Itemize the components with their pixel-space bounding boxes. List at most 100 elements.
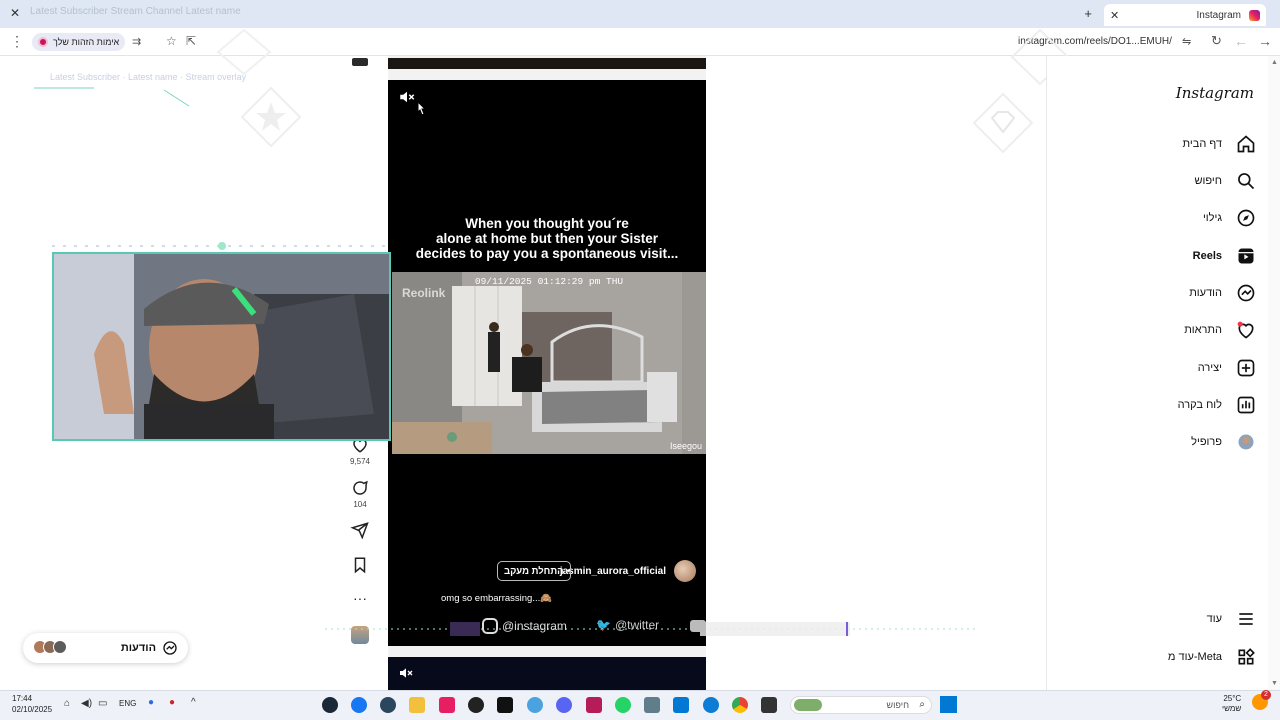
- previous-reel-avatar[interactable]: [352, 58, 368, 66]
- overlay-gem-diamond-icon: [972, 92, 1034, 154]
- install-app-icon[interactable]: ⇱: [186, 34, 196, 48]
- nav-item-dashboard[interactable]: לוח בקרה: [1106, 393, 1256, 417]
- steam-alt-icon[interactable]: [380, 697, 396, 713]
- adobe-icon[interactable]: [586, 697, 602, 713]
- terminal-icon[interactable]: [761, 697, 777, 713]
- weather-badge: 2: [1261, 690, 1271, 700]
- edge-icon[interactable]: [703, 697, 719, 713]
- weather-widget[interactable]: 25°C שמשי: [1222, 694, 1241, 714]
- cctv-camera-name: Iseegou: [669, 441, 702, 451]
- search-placeholder: חיפוש: [886, 700, 909, 710]
- like-count: 9,574: [349, 457, 371, 466]
- muted-speaker-icon[interactable]: [398, 88, 416, 106]
- store-icon[interactable]: [673, 697, 689, 713]
- social-twitter-handle: 🐦 @twitter: [596, 618, 659, 632]
- follow-button[interactable]: התחלת מעקב: [497, 561, 571, 581]
- messages-floating-button[interactable]: הודעות: [23, 633, 188, 663]
- taskbar-search-box[interactable]: חיפוש ⌕: [790, 696, 932, 714]
- messenger-icon: [163, 641, 177, 655]
- share-send-icon[interactable]: [350, 521, 370, 539]
- cctv-brand-watermark: Reolink: [402, 286, 446, 300]
- more-options-icon[interactable]: ···: [350, 590, 370, 606]
- next-reel-preview[interactable]: [388, 657, 706, 690]
- author-username[interactable]: jasmin_aurora_official: [560, 566, 666, 577]
- system-clock[interactable]: 17:44 02/10/2025: [12, 693, 52, 715]
- browser-title-bar: ✕ Latest Subscriber Stream Channel Lates…: [0, 0, 1280, 28]
- chrome-icon[interactable]: [732, 697, 748, 713]
- instagram-logo[interactable]: Instagram: [1176, 84, 1254, 102]
- author-avatar[interactable]: [674, 560, 696, 582]
- nav-item-create[interactable]: יצירה: [1106, 356, 1256, 380]
- streamer-webcam-scene: [54, 254, 389, 439]
- previous-reel-edge[interactable]: [388, 58, 706, 69]
- nav-item-profile[interactable]: פרופיל: [1106, 430, 1256, 454]
- forward-icon[interactable]: ←: [1234, 33, 1248, 49]
- dashboard-icon: [1237, 396, 1255, 414]
- nav-item-meta[interactable]: עוד מ-Meta: [1106, 645, 1256, 669]
- calculator-icon[interactable]: [644, 697, 660, 713]
- tiktok-icon[interactable]: [497, 697, 513, 713]
- streamer-webcam: [52, 252, 391, 441]
- save-bookmark-icon[interactable]: [350, 556, 370, 574]
- nav-item-home[interactable]: דף הבית: [1106, 132, 1256, 156]
- scroll-up-icon[interactable]: ▲: [1271, 59, 1278, 66]
- video-editor-icon[interactable]: [439, 697, 455, 713]
- messages-label: הודעות: [120, 642, 156, 654]
- nav-label: לוח בקרה: [1177, 399, 1222, 411]
- tune-icon[interactable]: ⇋: [1182, 35, 1191, 48]
- whatsapp-icon[interactable]: [615, 697, 631, 713]
- tray-network-icon[interactable]: ⌂: [64, 698, 70, 709]
- discord-icon[interactable]: [556, 697, 572, 713]
- language-indicator[interactable]: ENG: [119, 699, 136, 708]
- kebab-menu-icon[interactable]: ⋮: [10, 33, 24, 50]
- reader-icon[interactable]: ⇉: [132, 35, 141, 48]
- nav-item-search[interactable]: חיפוש: [1106, 169, 1256, 193]
- nav-item-messages[interactable]: הודעות: [1106, 281, 1256, 305]
- windows-start-icon[interactable]: [940, 696, 957, 713]
- tab-close-icon[interactable]: ✕: [1110, 9, 1119, 22]
- file-explorer-icon[interactable]: [409, 697, 425, 713]
- back-icon[interactable]: →: [1258, 33, 1272, 49]
- instagram-handle-label: @instagram: [502, 619, 567, 633]
- facebook-icon[interactable]: [351, 697, 367, 713]
- cctv-footage: 09/11/2025 01:12:29 pm THU Reolink Iseeg…: [392, 272, 706, 454]
- page-scrollbar[interactable]: ▲ ▼: [1268, 56, 1280, 690]
- address-bar-row: ⋮ אימות הזהות שלך ⇉ ☆ ⇱ instagram.com/re…: [0, 28, 1280, 56]
- reel-author-row: jasmin_aurora_official • התחלת מעקב: [388, 560, 706, 584]
- nav-item-notifications[interactable]: התראות: [1106, 318, 1256, 342]
- next-reel-muted-icon[interactable]: [398, 665, 414, 681]
- comment-icon[interactable]: [350, 479, 370, 497]
- reel-video[interactable]: When you thought you´re alone at home bu…: [388, 80, 706, 646]
- translate-chip-label: אימות הזהות שלך: [53, 37, 120, 47]
- new-tab-button[interactable]: +: [1084, 6, 1092, 21]
- window-close-icon[interactable]: ✕: [10, 6, 20, 20]
- tab-instagram[interactable]: Instagram ✕: [1104, 4, 1266, 26]
- translate-chip[interactable]: אימות הזהות שלך: [32, 33, 126, 51]
- tray-mic-icon[interactable]: ●: [148, 697, 154, 708]
- post-caption[interactable]: omg so embarrassing...🙈: [441, 593, 552, 604]
- hamburger-menu-icon: [1239, 613, 1253, 625]
- nav-item-reels[interactable]: Reels: [1106, 244, 1256, 268]
- obs-icon[interactable]: [468, 697, 484, 713]
- search-highlight-image: [794, 699, 822, 711]
- search-icon: ⌕: [919, 699, 925, 710]
- tray-battery-icon[interactable]: ▭: [98, 698, 107, 709]
- clock-date: 02/10/2025: [12, 705, 53, 714]
- tray-overflow-icon[interactable]: ^: [191, 697, 196, 708]
- weather-desc: שמשי: [1222, 704, 1242, 713]
- star-icon[interactable]: ☆: [166, 34, 177, 48]
- reload-icon[interactable]: ↻: [1211, 33, 1222, 49]
- chrome-alt-icon[interactable]: [527, 697, 543, 713]
- scroll-down-icon[interactable]: ▼: [1271, 680, 1278, 687]
- webcam-top-decoration: [52, 242, 392, 250]
- search-icon: [1238, 173, 1255, 190]
- nav-label: חיפוש: [1194, 175, 1222, 187]
- steam-icon[interactable]: [322, 697, 338, 713]
- nav-label: גילוי: [1202, 212, 1222, 224]
- nav-label: התראות: [1184, 324, 1222, 336]
- tray-volume-icon[interactable]: ◀): [81, 698, 92, 709]
- nav-item-explore[interactable]: גילוי: [1106, 206, 1256, 230]
- apps-grid-icon: [1238, 648, 1255, 665]
- tray-app-icon[interactable]: ●: [169, 697, 175, 708]
- nav-item-more[interactable]: עוד: [1106, 607, 1256, 631]
